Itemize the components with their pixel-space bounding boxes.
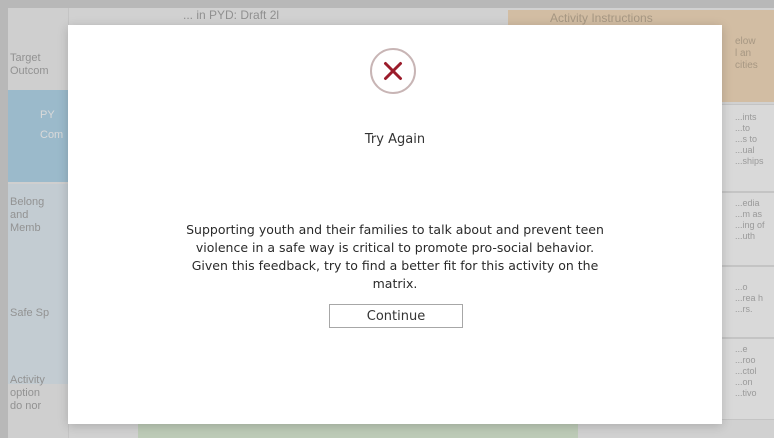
feedback-message: Supporting youth and their families to t…	[186, 222, 604, 291]
dialog-title: Try Again	[364, 132, 426, 147]
close-x-icon	[370, 48, 416, 94]
close-x-icon-glyph	[384, 62, 402, 80]
feedback-dialog: Try Again Supporting youth and their fam…	[68, 25, 722, 424]
continue-button[interactable]: Continue	[329, 304, 463, 328]
